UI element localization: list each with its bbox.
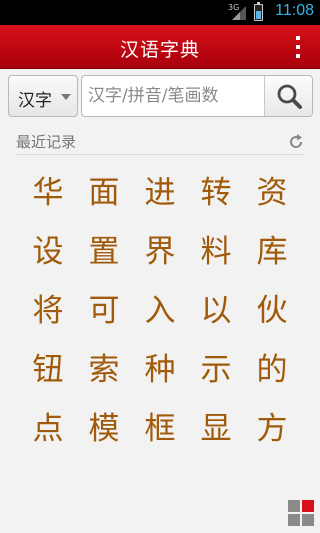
search-button[interactable] bbox=[264, 76, 312, 116]
recent-character[interactable]: 方 bbox=[244, 396, 300, 455]
recent-character[interactable]: 料 bbox=[188, 219, 244, 278]
recent-character[interactable]: 种 bbox=[132, 337, 188, 396]
search-icon bbox=[277, 84, 302, 109]
recent-character[interactable]: 索 bbox=[76, 337, 132, 396]
recent-character[interactable]: 置 bbox=[76, 219, 132, 278]
recent-label: 最近记录 bbox=[16, 133, 77, 151]
app-title: 汉语字典 bbox=[119, 39, 200, 61]
grid-view-icon[interactable] bbox=[288, 500, 314, 526]
recent-header: 最近记录 bbox=[16, 130, 306, 154]
recent-character[interactable]: 华 bbox=[20, 160, 76, 219]
refresh-icon[interactable] bbox=[286, 132, 306, 152]
search-row: 汉字 bbox=[8, 75, 313, 117]
recent-character[interactable]: 入 bbox=[132, 278, 188, 337]
recent-character[interactable]: 资 bbox=[244, 160, 300, 219]
app-title-bar: 汉语字典 bbox=[0, 25, 320, 69]
chevron-down-icon bbox=[61, 94, 71, 100]
status-bar: 3G 11:08 bbox=[0, 0, 320, 25]
recent-character[interactable]: 以 bbox=[188, 278, 244, 337]
recent-character[interactable]: 钮 bbox=[20, 337, 76, 396]
recent-character[interactable]: 进 bbox=[132, 160, 188, 219]
search-box bbox=[81, 75, 313, 117]
recent-character[interactable]: 设 bbox=[20, 219, 76, 278]
recent-character[interactable]: 界 bbox=[132, 219, 188, 278]
recent-character[interactable]: 框 bbox=[132, 396, 188, 455]
search-mode-label: 汉字 bbox=[18, 91, 52, 111]
recent-character[interactable]: 面 bbox=[76, 160, 132, 219]
search-input[interactable] bbox=[88, 83, 263, 109]
recent-character-grid: 华面进转资设置界料库将可入以伙钮索种示的点模框显方 bbox=[20, 160, 300, 460]
status-time: 11:08 bbox=[275, 2, 314, 19]
search-mode-dropdown[interactable]: 汉字 bbox=[8, 75, 78, 117]
recent-character[interactable]: 显 bbox=[188, 396, 244, 455]
signal-icon bbox=[232, 6, 246, 20]
overflow-menu-icon[interactable] bbox=[286, 33, 310, 61]
divider bbox=[16, 154, 304, 155]
recent-character[interactable]: 模 bbox=[76, 396, 132, 455]
recent-character[interactable]: 点 bbox=[20, 396, 76, 455]
recent-character[interactable]: 库 bbox=[244, 219, 300, 278]
recent-character[interactable]: 可 bbox=[76, 278, 132, 337]
recent-character[interactable]: 的 bbox=[244, 337, 300, 396]
battery-icon bbox=[254, 2, 263, 21]
recent-character[interactable]: 伙 bbox=[244, 278, 300, 337]
recent-character[interactable]: 示 bbox=[188, 337, 244, 396]
recent-character[interactable]: 将 bbox=[20, 278, 76, 337]
recent-character[interactable]: 转 bbox=[188, 160, 244, 219]
